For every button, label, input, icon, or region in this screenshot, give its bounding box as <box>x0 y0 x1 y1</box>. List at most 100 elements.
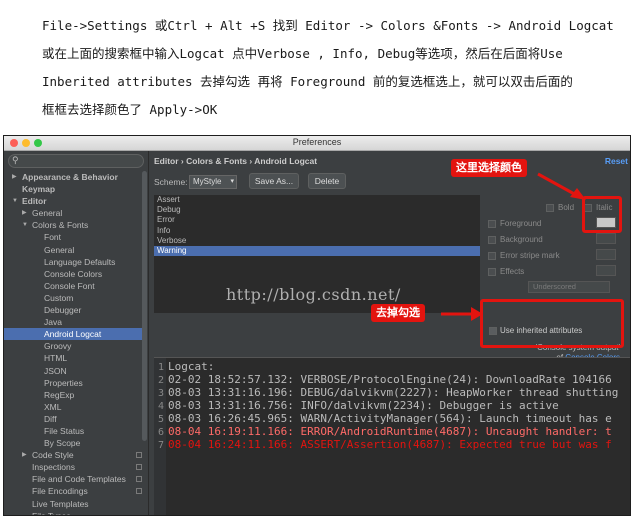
sidebar-item-code-style[interactable]: ▶ Code Style <box>4 449 142 461</box>
preview-text: Logcat: <box>168 360 215 373</box>
sidebar-item-label: Inspections <box>32 462 75 473</box>
copy-icon <box>136 452 142 459</box>
list-item-error[interactable]: Error <box>154 215 480 225</box>
sidebar-item-general[interactable]: ▶ General <box>4 207 142 219</box>
sidebar-item-editor[interactable]: ▼ Editor <box>4 195 142 207</box>
effects-label: Effects <box>500 267 525 276</box>
inherited-attributes-highlight <box>480 299 624 348</box>
background-checkbox[interactable] <box>488 236 496 244</box>
instruction-text: File->Settings 或Ctrl + Alt +S 找到 Editor … <box>42 12 622 124</box>
save-as-button[interactable]: Save As... <box>249 173 299 189</box>
uncheck-annotation: 去掉勾选 <box>371 304 425 322</box>
sidebar-item-custom[interactable]: Custom <box>4 292 142 304</box>
bold-checkbox[interactable] <box>546 204 554 212</box>
sidebar-item-label: Java <box>44 317 62 328</box>
list-item-assert[interactable]: Assert <box>154 195 480 205</box>
delete-button[interactable]: Delete <box>308 173 346 189</box>
list-item-debug[interactable]: Debug <box>154 205 480 215</box>
sidebar-item-file-status[interactable]: File Status <box>4 425 142 437</box>
sidebar-item-label: File and Code Templates <box>32 474 126 485</box>
preview-line: 6 08-04 16:19:11.166: ERROR/AndroidRuntim… <box>154 425 612 438</box>
sidebar-item-keymap[interactable]: Keymap <box>4 183 142 195</box>
sidebar-item-file-types[interactable]: File Types <box>4 510 142 516</box>
instruction-line: 框框去选择颜色了 Apply->OK <box>42 102 218 117</box>
log-level-list: Assert Debug Error Info Verbose Warning … <box>154 195 480 313</box>
line-number: 7 <box>157 440 164 451</box>
effects-checkbox[interactable] <box>488 268 496 276</box>
preview-text: 08-04 16:24:11.166: ASSERT/Assertion(468… <box>168 438 612 451</box>
sidebar-item-inspections[interactable]: Inspections <box>4 461 142 473</box>
sidebar-item-label: HTML <box>44 353 68 364</box>
annotation-arrow <box>537 172 586 200</box>
sidebar-item-regexp[interactable]: RegExp <box>4 389 142 401</box>
background-label: Background <box>500 235 543 244</box>
copy-icon <box>136 464 142 471</box>
preview-text: 08-04 16:19:11.166: ERROR/AndroidRuntime… <box>168 425 612 438</box>
sidebar-item-xml[interactable]: XML <box>4 401 142 413</box>
sidebar-item-label: XML <box>44 401 62 412</box>
settings-sidebar: ⚲ ▶ Appearance & Behavior Keymap ▼ Editor ▶ Ge… <box>4 151 149 516</box>
sidebar-item-label: General <box>32 208 63 219</box>
effects-color-swatch[interactable] <box>596 265 616 276</box>
chevron-right-icon[interactable]: ▶ <box>22 207 27 219</box>
sidebar-item-font[interactable]: Font <box>4 231 142 243</box>
sidebar-item-label: General <box>44 244 75 255</box>
chevron-down-icon[interactable]: ▼ <box>12 195 18 207</box>
reset-link[interactable]: Reset <box>605 156 628 166</box>
sidebar-item-file-and-code-templates[interactable]: File and Code Templates <box>4 473 142 485</box>
preview-line: 1 Logcat: <box>154 360 214 373</box>
sidebar-item-label: RegExp <box>44 389 75 400</box>
sidebar-item-java[interactable]: Java <box>4 316 142 328</box>
sidebar-item-html[interactable]: HTML <box>4 352 142 364</box>
sidebar-item-properties[interactable]: Properties <box>4 377 142 389</box>
sidebar-item-label: Code Style <box>32 450 74 461</box>
sidebar-scrollbar[interactable] <box>142 171 147 441</box>
chevron-right-icon[interactable]: ▶ <box>12 171 17 183</box>
search-input[interactable] <box>23 155 141 167</box>
sidebar-item-json[interactable]: JSON <box>4 365 142 377</box>
sidebar-item-label: Live Templates <box>32 498 89 509</box>
sidebar-item-live-templates[interactable]: Live Templates <box>4 498 142 510</box>
sidebar-item-console-font[interactable]: Console Font <box>4 280 142 292</box>
scheme-value: MyStyle <box>193 177 222 186</box>
sidebar-item-label: By Scope <box>44 438 81 449</box>
preview-line: 2 02-02 18:52:57.132: VERBOSE/ProtocolEng… <box>154 373 612 386</box>
scheme-select[interactable]: MyStyle ▾ <box>189 175 237 189</box>
sidebar-item-appearance-behavior[interactable]: ▶ Appearance & Behavior <box>4 171 142 183</box>
sidebar-item-diff[interactable]: Diff <box>4 413 142 425</box>
list-item-verbose[interactable]: Verbose <box>154 236 480 246</box>
sidebar-item-file-encodings[interactable]: File Encodings <box>4 485 142 497</box>
list-item-info[interactable]: Info <box>154 226 480 236</box>
list-item-warning[interactable]: Warning <box>154 245 480 257</box>
sidebar-item-label: Debugger <box>44 305 82 316</box>
sidebar-item-by-scope[interactable]: By Scope <box>4 437 142 449</box>
sidebar-item-label: File Types <box>32 510 71 516</box>
window-title: Preferences <box>292 137 342 147</box>
blog-watermark: http://blog.csdn.net/ <box>226 285 401 304</box>
sidebar-item-language-defaults[interactable]: Language Defaults <box>4 256 142 268</box>
sidebar-item-groovy[interactable]: Groovy <box>4 340 142 352</box>
sidebar-item-label: Console Colors <box>44 268 103 279</box>
sidebar-item-label: Diff <box>44 413 57 424</box>
preview-text: 08-03 13:31:16.756: INFO/dalvikvm(2234):… <box>168 399 559 412</box>
sidebar-item-label: Keymap <box>22 184 56 195</box>
error-stripe-color-swatch[interactable] <box>596 249 616 260</box>
sidebar-item-android-logcat[interactable]: Android Logcat <box>4 328 142 341</box>
sidebar-item-console-colors[interactable]: Console Colors <box>4 268 142 280</box>
sidebar-item-label: Android Logcat <box>44 329 102 340</box>
error-stripe-checkbox[interactable] <box>488 252 496 260</box>
foreground-checkbox[interactable] <box>488 220 496 228</box>
sidebar-item-label: Groovy <box>44 341 72 352</box>
sidebar-item-general[interactable]: General <box>4 244 142 256</box>
effect-type-select[interactable]: Underscored <box>528 281 610 293</box>
sidebar-item-label: File Status <box>44 425 85 436</box>
chevron-down-icon[interactable]: ▼ <box>22 219 28 231</box>
copy-icon <box>136 476 142 483</box>
chevron-right-icon[interactable]: ▶ <box>22 449 27 461</box>
sidebar-item-debugger[interactable]: Debugger <box>4 304 142 316</box>
sidebar-item-colors-fonts[interactable]: ▼ Colors & Fonts <box>4 219 142 231</box>
sidebar-item-label: Colors & Fonts <box>32 220 89 231</box>
background-color-swatch[interactable] <box>596 233 616 244</box>
sidebar-item-label: Properties <box>44 377 83 388</box>
settings-search[interactable]: ⚲ <box>8 154 144 168</box>
